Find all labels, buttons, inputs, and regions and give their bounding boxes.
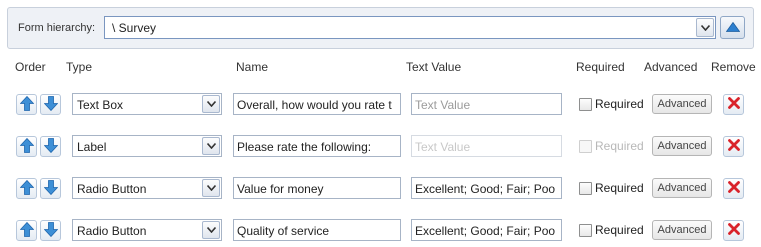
advanced-button[interactable]: Advanced: [652, 178, 712, 198]
type-select[interactable]: Label: [72, 135, 222, 157]
chevron-down-icon[interactable]: [696, 18, 714, 37]
chevron-down-icon[interactable]: [202, 95, 220, 113]
close-icon: [727, 139, 740, 154]
column-header-name: Name: [236, 60, 269, 74]
chevron-down-icon[interactable]: [202, 137, 220, 155]
field-row: Radio Button Value for money Excellent; …: [0, 177, 761, 201]
arrow-up-icon: [725, 21, 740, 35]
name-input[interactable]: Overall, how would you rate t: [233, 93, 401, 115]
arrow-down-icon: [43, 95, 58, 114]
remove-button[interactable]: [723, 178, 744, 199]
move-up-button[interactable]: [16, 178, 37, 199]
arrow-up-icon: [19, 179, 34, 198]
close-icon: [727, 97, 740, 112]
column-header-advanced: Advanced: [644, 60, 698, 74]
name-input[interactable]: Quality of service: [233, 219, 401, 241]
arrow-up-icon: [19, 137, 34, 156]
remove-button[interactable]: [723, 94, 744, 115]
column-header-order: Order: [15, 60, 46, 74]
required-checkbox[interactable]: [579, 182, 592, 195]
type-select[interactable]: Text Box: [72, 93, 222, 115]
required-label: Required: [595, 97, 644, 111]
required-checkbox[interactable]: [579, 224, 592, 237]
move-down-button[interactable]: [40, 178, 61, 199]
column-header-remove: Remove: [711, 60, 756, 74]
required-checkbox: [579, 140, 592, 153]
required-label: Required: [595, 139, 644, 153]
close-icon: [727, 223, 740, 238]
form-hierarchy-label: Form hierarchy:: [18, 22, 96, 34]
field-row: Text Box Overall, how would you rate t T…: [0, 93, 761, 117]
column-header-type: Type: [66, 60, 93, 74]
form-hierarchy-bar: Form hierarchy: \ Survey: [7, 7, 754, 49]
required-label: Required: [595, 181, 644, 195]
column-header-required: Required: [576, 60, 625, 74]
chevron-down-icon[interactable]: [202, 179, 220, 197]
text-value-placeholder: Text Value: [415, 140, 471, 154]
field-row: Radio Button Quality of service Excellen…: [0, 219, 761, 243]
text-value-input[interactable]: Text Value: [411, 93, 562, 115]
type-select-value: Text Box: [77, 98, 124, 112]
advanced-button[interactable]: Advanced: [652, 136, 712, 156]
form-hierarchy-value: \ Survey: [112, 21, 157, 35]
remove-button[interactable]: [723, 220, 744, 241]
remove-button[interactable]: [723, 136, 744, 157]
column-header-text-value: Text Value: [406, 60, 462, 74]
advanced-button[interactable]: Advanced: [652, 94, 712, 114]
type-select[interactable]: Radio Button: [72, 177, 222, 199]
move-down-button[interactable]: [40, 220, 61, 241]
type-select-value: Radio Button: [77, 224, 147, 238]
arrow-up-icon: [19, 95, 34, 114]
required-checkbox[interactable]: [579, 98, 592, 111]
text-value-input: Text Value: [411, 135, 562, 157]
arrow-down-icon: [43, 137, 58, 156]
hierarchy-up-button[interactable]: [720, 16, 745, 39]
move-up-button[interactable]: [16, 94, 37, 115]
close-icon: [727, 181, 740, 196]
advanced-button[interactable]: Advanced: [652, 220, 712, 240]
text-value-input[interactable]: Excellent; Good; Fair; Poo: [411, 219, 562, 241]
text-value-input[interactable]: Excellent; Good; Fair; Poo: [411, 177, 562, 199]
type-select-value: Radio Button: [77, 182, 147, 196]
type-select-value: Label: [77, 140, 107, 154]
text-value-placeholder: Text Value: [415, 98, 471, 112]
type-select[interactable]: Radio Button: [72, 219, 222, 241]
name-input[interactable]: Please rate the following:: [233, 135, 401, 157]
name-input[interactable]: Value for money: [233, 177, 401, 199]
arrow-down-icon: [43, 221, 58, 240]
field-row: Label Please rate the following: Text Va…: [0, 135, 761, 159]
move-up-button[interactable]: [16, 220, 37, 241]
move-up-button[interactable]: [16, 136, 37, 157]
form-hierarchy-select[interactable]: \ Survey: [104, 16, 716, 39]
move-down-button[interactable]: [40, 136, 61, 157]
arrow-down-icon: [43, 179, 58, 198]
move-down-button[interactable]: [40, 94, 61, 115]
chevron-down-icon[interactable]: [202, 221, 220, 239]
required-label: Required: [595, 223, 644, 237]
arrow-up-icon: [19, 221, 34, 240]
